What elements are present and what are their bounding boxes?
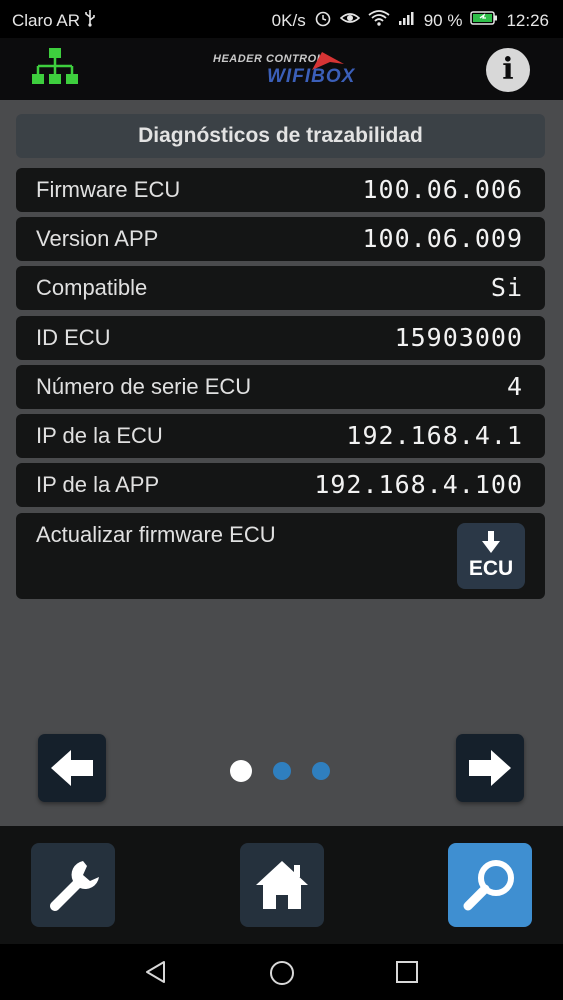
network-icon[interactable] xyxy=(30,46,80,92)
wifi-icon xyxy=(368,10,390,31)
search-icon xyxy=(463,860,514,911)
row-label: Firmware ECU xyxy=(36,177,181,202)
info-button[interactable]: i xyxy=(486,48,530,92)
info-row-firmware-ecu: Firmware ECU 100.06.006 xyxy=(16,168,545,212)
wrench-icon xyxy=(50,861,99,911)
status-bar: Claro AR 0K/s 90 % 12:26 xyxy=(0,0,563,38)
row-value: 15903000 xyxy=(394,323,523,352)
arrow-left-icon xyxy=(51,750,93,786)
row-label: Número de serie ECU xyxy=(36,374,252,399)
info-row-ip-ecu: IP de la ECU 192.168.4.1 xyxy=(16,414,545,458)
row-label: Version APP xyxy=(36,226,159,251)
eye-icon xyxy=(339,10,360,31)
prev-page-button[interactable] xyxy=(38,734,106,802)
signal-icon xyxy=(398,10,416,31)
row-label: ID ECU xyxy=(36,325,111,350)
row-value: 100.06.006 xyxy=(362,175,523,204)
next-page-button[interactable] xyxy=(456,734,524,802)
arrow-right-icon xyxy=(469,750,511,786)
row-value: 100.06.009 xyxy=(362,224,523,253)
info-row-compatible: Compatible Si xyxy=(16,266,545,310)
app-logo: HEADER CONTROL WIFIBOX xyxy=(210,46,360,94)
app-header: HEADER CONTROL WIFIBOX i xyxy=(0,38,563,100)
row-value: Si xyxy=(490,273,523,302)
home-icon xyxy=(256,861,308,909)
bottom-toolbar xyxy=(0,826,563,944)
back-icon[interactable] xyxy=(144,960,168,984)
update-ecu-button[interactable]: ECU xyxy=(457,523,525,589)
panel-title: Diagnósticos de trazabilidad xyxy=(16,114,545,158)
search-button[interactable] xyxy=(448,843,532,927)
row-value: 4 xyxy=(506,372,523,401)
row-label: Compatible xyxy=(36,275,148,300)
info-row-version-app: Version APP 100.06.009 xyxy=(16,217,545,261)
logo-main-text: WIFIBOX xyxy=(267,66,356,87)
clock: 12:26 xyxy=(506,10,549,30)
info-row-ip-app: IP de la APP 192.168.4.100 xyxy=(16,463,545,507)
usb-icon xyxy=(84,9,96,32)
battery-icon xyxy=(470,10,498,31)
update-ecu-text: ECU xyxy=(468,557,514,580)
recents-icon[interactable] xyxy=(395,960,419,984)
logo-top-text: HEADER CONTROL xyxy=(213,53,324,65)
home-button[interactable] xyxy=(240,843,324,927)
row-label: IP de la APP xyxy=(36,472,160,497)
update-firmware-label: Actualizar firmware ECU xyxy=(36,522,276,547)
info-row-id-ecu: ID ECU 15903000 xyxy=(16,316,545,360)
info-row-serial-ecu: Número de serie ECU 4 xyxy=(16,365,545,409)
download-arrow-icon xyxy=(482,531,500,553)
home-circle-icon[interactable] xyxy=(269,960,295,986)
row-label: IP de la ECU xyxy=(36,423,163,448)
page-dot-1[interactable] xyxy=(230,760,252,782)
battery-percent: 90 % xyxy=(423,10,463,30)
system-nav-bar xyxy=(0,944,563,1000)
page-dot-2[interactable] xyxy=(273,762,291,780)
settings-button[interactable] xyxy=(31,843,115,927)
net-speed: 0K/s xyxy=(271,10,306,30)
carrier-name: Claro AR xyxy=(12,10,81,30)
row-value: 192.168.4.100 xyxy=(314,470,523,499)
info-icon: i xyxy=(502,52,514,87)
alarm-icon xyxy=(314,9,332,32)
row-value: 192.168.4.1 xyxy=(346,421,523,450)
page-dot-3[interactable] xyxy=(312,762,330,780)
update-firmware-row: Actualizar firmware ECU ECU xyxy=(16,513,545,599)
